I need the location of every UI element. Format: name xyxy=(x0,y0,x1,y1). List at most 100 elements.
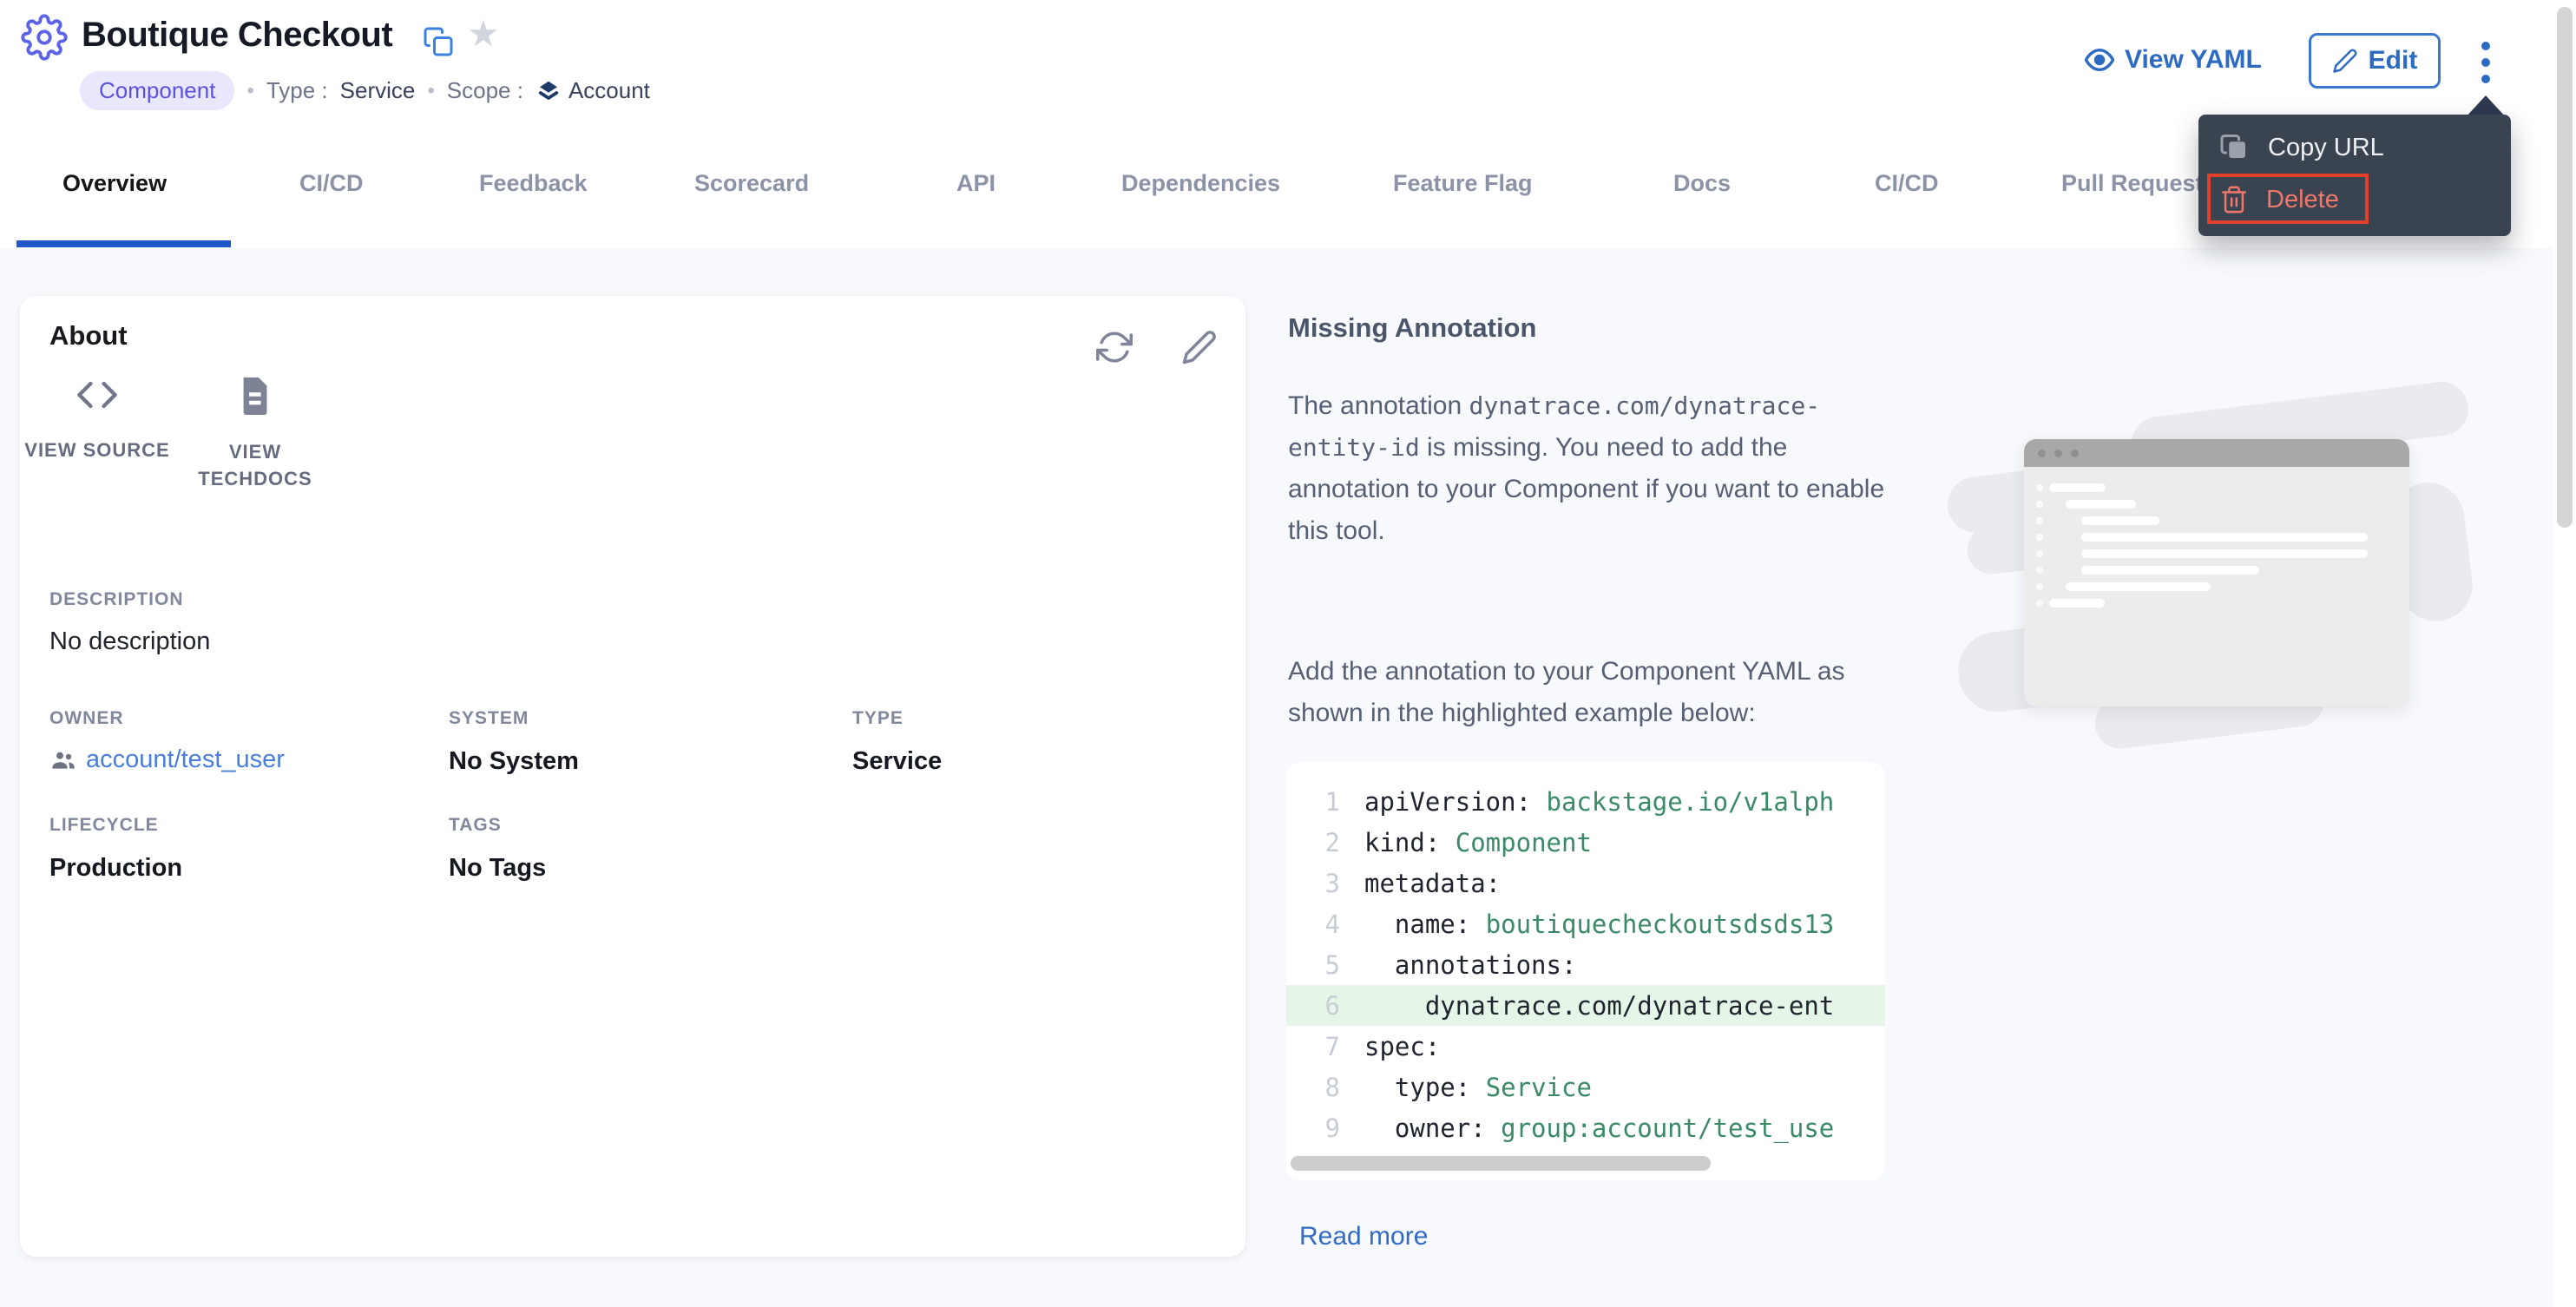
illustration-line xyxy=(2081,516,2159,525)
copy-name-icon[interactable] xyxy=(423,26,454,57)
view-source-label: VIEW SOURCE xyxy=(19,437,175,463)
tab-scorecard[interactable]: Scorecard xyxy=(694,170,809,197)
illustration-bullet xyxy=(2036,534,2043,541)
illustration-bullet xyxy=(2036,517,2043,524)
type-value: Service xyxy=(852,747,942,776)
code-line: 1apiVersion: backstage.io/v1alph xyxy=(1286,781,1885,822)
group-people-icon xyxy=(49,746,77,774)
page-title: Boutique Checkout xyxy=(82,16,392,55)
code-line: 3metadata: xyxy=(1286,863,1885,903)
about-card-title: About xyxy=(49,320,128,351)
type-label: Type : xyxy=(266,77,328,104)
tab-docs[interactable]: Docs xyxy=(1673,170,1731,197)
edit-button[interactable]: Edit xyxy=(2309,33,2441,89)
illustration-line xyxy=(2081,566,2259,575)
tab-cicd-2[interactable]: CI/CD xyxy=(1875,170,1939,197)
code-line-highlighted: 6 dynatrace.com/dynatrace-ent xyxy=(1286,985,1885,1026)
code-line: 9 owner: group:account/test_use xyxy=(1286,1107,1885,1148)
type-label: TYPE xyxy=(852,708,904,729)
active-tab-indicator xyxy=(16,240,231,247)
illustration-line xyxy=(2066,500,2136,509)
missing-annotation-title: Missing Annotation xyxy=(1288,312,1536,344)
header: Boutique Checkout ★ Component • Type : S… xyxy=(0,0,2576,123)
entity-meta-row: Component • Type : Service • Scope : Acc… xyxy=(80,71,650,110)
description-value: No description xyxy=(49,627,210,656)
code-brackets-icon xyxy=(75,376,120,414)
illustration-line xyxy=(2081,549,2368,558)
about-card: About VIEW SOURCE xyxy=(20,296,1245,1257)
vertical-scrollbar-thumb[interactable] xyxy=(2557,7,2573,528)
component-gear-icon xyxy=(21,14,68,61)
owner-label: OWNER xyxy=(49,708,124,729)
code-line: 7spec: xyxy=(1286,1026,1885,1067)
favorite-star-icon[interactable]: ★ xyxy=(467,12,500,55)
annotation-instruction: Add the annotation to your Component YAM… xyxy=(1288,651,1878,734)
tab-bar: Overview CI/CD Feedback Scorecard API De… xyxy=(0,123,2576,247)
yaml-code-block: 1apiVersion: backstage.io/v1alph 2kind: … xyxy=(1286,762,1885,1180)
layers-icon xyxy=(536,78,562,104)
code-line: 5 annotations: xyxy=(1286,944,1885,985)
tab-dependencies[interactable]: Dependencies xyxy=(1121,170,1280,197)
illustration-bullet xyxy=(2036,501,2043,508)
illustration-bullet xyxy=(2036,550,2043,557)
tab-overview[interactable]: Overview xyxy=(62,170,167,197)
read-more-link[interactable]: Read more xyxy=(1299,1222,1428,1251)
illustration-bullet xyxy=(2036,567,2043,574)
context-menu: Copy URL Delete xyxy=(2198,115,2511,236)
menu-item-delete[interactable]: Delete xyxy=(2198,179,2511,220)
edit-label: Edit xyxy=(2369,46,2418,76)
illustration-line xyxy=(2066,582,2211,591)
kind-badge: Component xyxy=(80,71,234,110)
view-source-button[interactable]: VIEW SOURCE xyxy=(23,376,171,463)
illustration-bullet xyxy=(2036,583,2043,590)
code-line: 4 name: boutiquecheckoutsdsds13 xyxy=(1286,903,1885,944)
vertical-scrollbar-track xyxy=(2553,0,2576,1307)
trash-icon xyxy=(2219,185,2249,214)
illustration-line xyxy=(2049,599,2105,608)
lifecycle-label: LIFECYCLE xyxy=(49,815,159,836)
tab-feedback[interactable]: Feedback xyxy=(479,170,588,197)
illustration-line xyxy=(2049,483,2106,492)
view-yaml-button[interactable]: View YAML xyxy=(2085,45,2262,75)
illustration-titlebar xyxy=(2024,439,2409,467)
illustration-line xyxy=(2081,533,2368,542)
system-value: No System xyxy=(449,747,579,776)
refresh-icon[interactable] xyxy=(1096,329,1133,365)
lifecycle-value: Production xyxy=(49,854,182,883)
tab-api[interactable]: API xyxy=(956,170,996,197)
tab-feature-flag[interactable]: Feature Flag xyxy=(1393,170,1533,197)
view-techdocs-label: VIEW TECHDOCS xyxy=(177,438,333,492)
illustration-bullet xyxy=(2036,484,2043,491)
code-line: 2kind: Component xyxy=(1286,822,1885,863)
scope-label: Scope : xyxy=(447,77,523,104)
pencil-icon xyxy=(2332,48,2358,74)
edit-about-pencil-icon[interactable] xyxy=(1181,329,1218,365)
scope-value: Account xyxy=(568,77,650,104)
copy-url-label: Copy URL xyxy=(2268,134,2384,162)
copy-icon xyxy=(2219,132,2251,163)
tab-cicd[interactable]: CI/CD xyxy=(299,170,364,197)
tags-label: TAGS xyxy=(449,815,502,836)
menu-item-copy-url[interactable]: Copy URL xyxy=(2198,127,2511,168)
eye-icon xyxy=(2085,45,2114,75)
tab-pull-requests[interactable]: Pull Requests xyxy=(2061,170,2217,197)
illustration-bullet xyxy=(2036,600,2043,607)
browser-window-illustration xyxy=(2024,439,2409,706)
separator-dot: • xyxy=(246,79,253,103)
view-yaml-label: View YAML xyxy=(2125,45,2262,75)
more-options-kebab-button[interactable] xyxy=(2472,35,2500,90)
separator-dot: • xyxy=(427,79,434,103)
page: Boutique Checkout ★ Component • Type : S… xyxy=(0,0,2576,1307)
owner-link[interactable]: account/test_user xyxy=(49,745,285,774)
description-label: DESCRIPTION xyxy=(49,589,184,610)
owner-value: account/test_user xyxy=(86,745,285,774)
system-label: SYSTEM xyxy=(449,708,529,729)
para1-before: The annotation xyxy=(1288,391,1469,420)
view-techdocs-button[interactable]: VIEW TECHDOCS xyxy=(181,376,329,492)
code-horizontal-scrollbar[interactable] xyxy=(1291,1156,1711,1171)
type-value: Service xyxy=(340,77,416,104)
tags-value: No Tags xyxy=(449,854,546,883)
annotation-paragraph: The annotation dynatrace.com/dynatrace-e… xyxy=(1288,385,1909,552)
delete-label: Delete xyxy=(2266,186,2339,214)
document-icon xyxy=(238,376,273,416)
